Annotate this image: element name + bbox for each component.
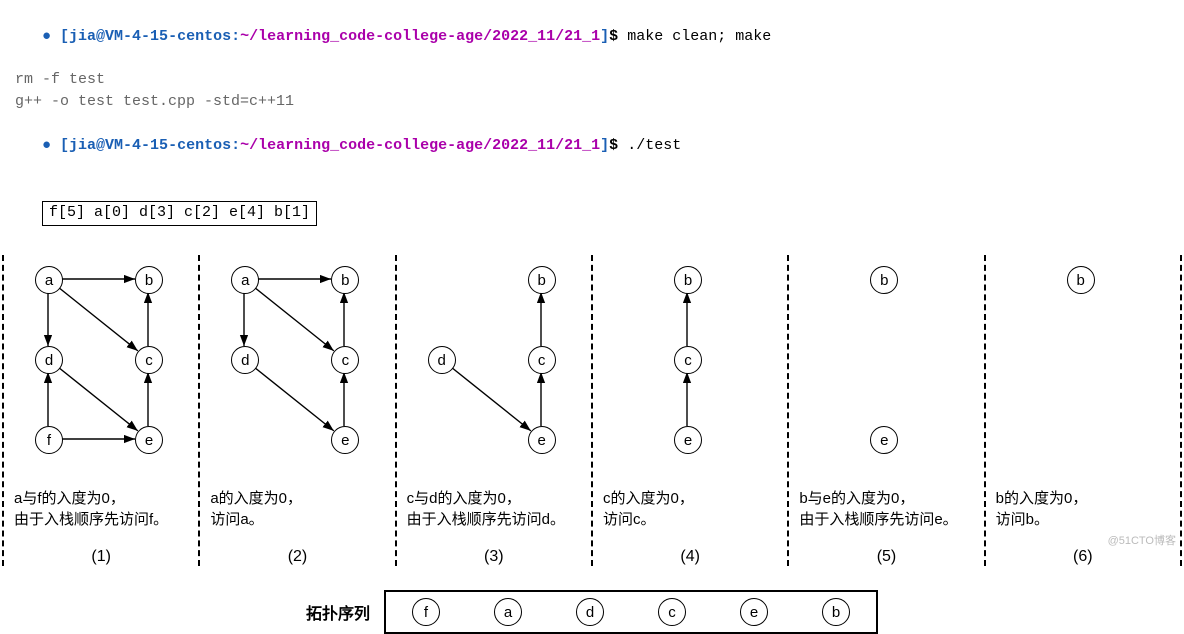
- node-c: c: [674, 346, 702, 374]
- node-a: a: [231, 266, 259, 294]
- stage-1: a b d c f e a与f的入度为0，由于入栈顺序先访问f。 (1): [6, 255, 196, 566]
- stage-4: b c e c的入度为0，访问c。 (4): [595, 255, 785, 566]
- node-c: c: [331, 346, 359, 374]
- stage-caption: a的入度为0，访问a。: [204, 484, 390, 534]
- stage-number: (5): [793, 548, 979, 566]
- graph-box: a b d c e: [204, 259, 390, 484]
- node-e: e: [870, 426, 898, 454]
- stage-divider: [591, 255, 593, 566]
- output-box: f[5] a[0] d[3] c[2] e[4] b[1]: [42, 201, 317, 226]
- stage-number: (6): [990, 548, 1176, 566]
- sequence-label: 拓扑序列: [306, 600, 370, 624]
- node-b: b: [331, 266, 359, 294]
- node-e: e: [331, 426, 359, 454]
- node-e: e: [528, 426, 556, 454]
- terminal-block: ● [jia@VM-4-15-centos:~/learning_code-co…: [0, 0, 1184, 247]
- seq-node-e: e: [740, 598, 768, 626]
- bullet-icon: ●: [42, 137, 51, 154]
- stage-caption: c与d的入度为0，由于入栈顺序先访问d。: [401, 484, 587, 534]
- stage-divider: [198, 255, 200, 566]
- stage-6: b b的入度为0，访问b。 (6): [988, 255, 1178, 566]
- seq-node-d: d: [576, 598, 604, 626]
- node-e: e: [674, 426, 702, 454]
- stage-3: b d c e c与d的入度为0，由于入栈顺序先访问d。 (3): [399, 255, 589, 566]
- edge-d-e: [451, 367, 531, 431]
- node-f: f: [35, 426, 63, 454]
- stage-divider: [395, 255, 397, 566]
- stage-number: (1): [8, 548, 194, 566]
- sequence-box: fadceb: [384, 590, 878, 634]
- terminal-line-2: rm -f test: [6, 69, 1178, 91]
- edge-a-c: [58, 287, 138, 351]
- graph-box: be: [793, 259, 979, 484]
- stage-divider: [2, 255, 4, 566]
- node-b: b: [870, 266, 898, 294]
- node-b: b: [1067, 266, 1095, 294]
- node-b: b: [135, 266, 163, 294]
- stage-number: (4): [597, 548, 783, 566]
- node-c: c: [135, 346, 163, 374]
- stage-caption: b与e的入度为0，由于入栈顺序先访问e。: [793, 484, 979, 534]
- node-d: d: [231, 346, 259, 374]
- stage-divider: [1180, 255, 1182, 566]
- stage-number: (2): [204, 548, 390, 566]
- stage-divider: [984, 255, 986, 566]
- node-c: c: [528, 346, 556, 374]
- diagram-row: a b d c f e a与f的入度为0，由于入栈顺序先访问f。 (1) a b d c e a的入度为0…: [0, 255, 1184, 566]
- terminal-line-1: ● [jia@VM-4-15-centos:~/learning_code-co…: [6, 4, 1178, 69]
- graph-box: b d c e: [401, 259, 587, 484]
- watermark: @51CTO博客: [1108, 532, 1176, 548]
- seq-node-b: b: [822, 598, 850, 626]
- stage-2: a b d c e a的入度为0，访问a。 (2): [202, 255, 392, 566]
- stage-number: (3): [401, 548, 587, 566]
- sequence-row: 拓扑序列 f a d c e b: [0, 590, 1184, 634]
- node-a: a: [35, 266, 63, 294]
- seq-node-c: c: [658, 598, 686, 626]
- stage-caption: b的入度为0，访问b。: [990, 484, 1176, 534]
- stage-5: beb与e的入度为0，由于入栈顺序先访问e。(5): [791, 255, 981, 566]
- edges-svg: [401, 259, 587, 484]
- stage-divider: [787, 255, 789, 566]
- edge-d-e: [58, 367, 138, 431]
- node-e: e: [135, 426, 163, 454]
- edges-svg: [204, 259, 390, 484]
- terminal-line-4: ● [jia@VM-4-15-centos:~/learning_code-co…: [6, 113, 1178, 178]
- edge-a-c: [254, 287, 334, 351]
- edges-svg: [8, 259, 194, 484]
- stage-caption: a与f的入度为0，由于入栈顺序先访问f。: [8, 484, 194, 534]
- node-d: d: [35, 346, 63, 374]
- node-b: b: [528, 266, 556, 294]
- edge-d-e: [254, 367, 334, 431]
- graph-box: b: [990, 259, 1176, 484]
- terminal-line-5: f[5] a[0] d[3] c[2] e[4] b[1]: [6, 178, 1178, 247]
- node-d: d: [428, 346, 456, 374]
- bullet-icon: ●: [42, 28, 51, 45]
- node-b: b: [674, 266, 702, 294]
- terminal-line-3: g++ -o test test.cpp -std=c++11: [6, 91, 1178, 113]
- seq-node-a: a: [494, 598, 522, 626]
- graph-box: b c e: [597, 259, 783, 484]
- graph-box: a b d c f e: [8, 259, 194, 484]
- seq-node-f: f: [412, 598, 440, 626]
- stage-caption: c的入度为0，访问c。: [597, 484, 783, 534]
